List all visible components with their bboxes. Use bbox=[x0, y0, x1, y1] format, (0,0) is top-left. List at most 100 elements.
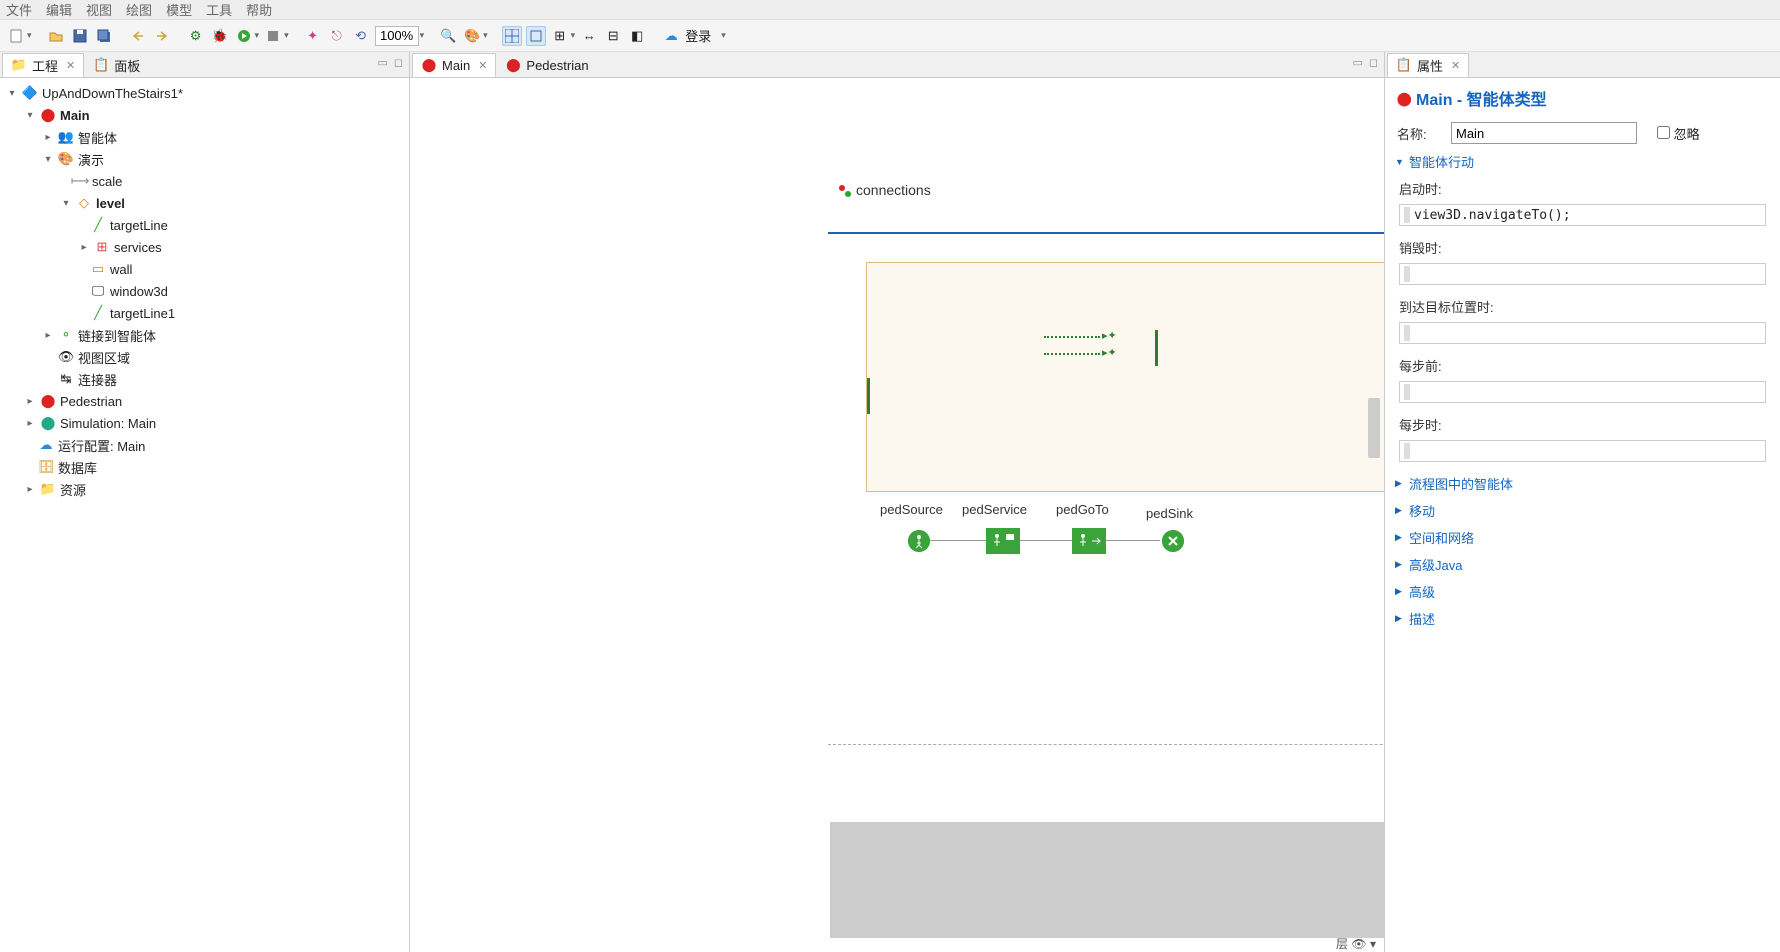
onstartup-input[interactable]: view3D.navigateTo(); bbox=[1399, 204, 1766, 226]
section-advjava[interactable]: ▶高级Java bbox=[1385, 551, 1780, 578]
service-point-2[interactable]: ▸✦ bbox=[1102, 346, 1117, 359]
new-dropdown[interactable]: ▾ bbox=[27, 30, 32, 41]
menu-draw[interactable]: 绘图 bbox=[126, 0, 152, 19]
login-dropdown[interactable]: ▾ bbox=[721, 30, 726, 41]
service-queue-2[interactable] bbox=[1044, 353, 1100, 355]
zoom-dropdown[interactable]: ▾ bbox=[420, 30, 425, 41]
editor-tab-pedestrian[interactable]: ⬤ Pedestrian bbox=[496, 53, 597, 77]
save-all-icon[interactable] bbox=[94, 26, 114, 46]
guides-dropdown[interactable]: ▾ bbox=[571, 30, 576, 41]
ondestroy-input[interactable] bbox=[1399, 263, 1766, 285]
tab-properties[interactable]: 📋 属性 ✕ bbox=[1387, 53, 1469, 77]
tree-services[interactable]: ▸⊞services bbox=[2, 236, 407, 258]
tree-database[interactable]: 🗄数据库 bbox=[2, 456, 407, 478]
layer-control[interactable]: 层 👁 ▾ bbox=[1336, 935, 1376, 952]
menu-view[interactable]: 视图 bbox=[86, 0, 112, 19]
tree-main[interactable]: ▾⬤Main bbox=[2, 104, 407, 126]
login-button[interactable]: 登录 bbox=[685, 26, 711, 45]
snap-icon[interactable] bbox=[526, 26, 546, 46]
tool-c-icon[interactable]: ◧ bbox=[627, 26, 647, 46]
close-icon[interactable]: ✕ bbox=[478, 59, 487, 72]
tree-presentation[interactable]: ▾🎨演示 bbox=[2, 148, 407, 170]
maximize-icon[interactable]: ◻ bbox=[1369, 56, 1378, 69]
tree-root[interactable]: ▾🔷UpAndDownTheStairs1* bbox=[2, 82, 407, 104]
stop-icon[interactable] bbox=[263, 26, 283, 46]
tree-window3d[interactable]: 🖵window3d bbox=[2, 280, 407, 302]
save-icon[interactable] bbox=[70, 26, 90, 46]
build-icon[interactable]: ⚙ bbox=[186, 26, 206, 46]
tree-scale[interactable]: ⟼scale bbox=[2, 170, 407, 192]
tree-simulation[interactable]: ▸⬤Simulation: Main bbox=[2, 412, 407, 434]
maximize-icon[interactable]: ◻ bbox=[394, 56, 403, 69]
grid-icon[interactable] bbox=[502, 26, 522, 46]
stop-dropdown[interactable]: ▾ bbox=[284, 30, 289, 41]
section-description[interactable]: ▶描述 bbox=[1385, 605, 1780, 632]
connections-icon[interactable] bbox=[838, 184, 850, 196]
palette-icon[interactable]: 🎨 bbox=[462, 26, 482, 46]
menu-model[interactable]: 模型 bbox=[166, 0, 192, 19]
zoom-input[interactable] bbox=[375, 26, 419, 46]
section-movement[interactable]: ▶移动 bbox=[1385, 497, 1780, 524]
tree-level[interactable]: ▾◇level bbox=[2, 192, 407, 214]
tree-targetline1[interactable]: ╱targetLine1 bbox=[2, 302, 407, 324]
section-advanced[interactable]: ▶高级 bbox=[1385, 578, 1780, 605]
section-space[interactable]: ▶空间和网络 bbox=[1385, 524, 1780, 551]
pedsource-node[interactable] bbox=[908, 530, 930, 552]
section-agent-actions[interactable]: ▼智能体行动 bbox=[1385, 148, 1780, 175]
targetline-left[interactable] bbox=[867, 378, 870, 414]
section-flow-agent[interactable]: ▶流程图中的智能体 bbox=[1385, 470, 1780, 497]
link-icon[interactable]: ⟲ bbox=[351, 26, 371, 46]
run-icon[interactable] bbox=[234, 26, 254, 46]
open-icon[interactable] bbox=[46, 26, 66, 46]
tool-b-icon[interactable]: ⊟ bbox=[603, 26, 623, 46]
close-icon[interactable]: ✕ bbox=[1451, 59, 1460, 72]
targetline-right[interactable] bbox=[1155, 330, 1158, 366]
flow-connector-1[interactable] bbox=[928, 540, 986, 541]
flow-connector-2[interactable] bbox=[1020, 540, 1074, 541]
tree-agent[interactable]: ▸👥智能体 bbox=[2, 126, 407, 148]
tree-viewarea[interactable]: 👁视图区域 bbox=[2, 346, 407, 368]
tree-wall[interactable]: ▭wall bbox=[2, 258, 407, 280]
name-input[interactable] bbox=[1451, 122, 1637, 144]
onstep-input[interactable] bbox=[1399, 440, 1766, 462]
undo-icon[interactable] bbox=[128, 26, 148, 46]
run-dropdown[interactable]: ▾ bbox=[255, 30, 260, 41]
cloud-icon[interactable]: ☁ bbox=[661, 26, 681, 46]
room-rect[interactable] bbox=[866, 262, 1384, 492]
onarrival-input[interactable] bbox=[1399, 322, 1766, 344]
minimize-icon[interactable]: ▭ bbox=[1352, 56, 1362, 69]
pedgoto-node[interactable] bbox=[1072, 528, 1106, 554]
tree-resources[interactable]: ▸📁资源 bbox=[2, 478, 407, 500]
menu-tools[interactable]: 工具 bbox=[206, 0, 232, 19]
view3d-area[interactable] bbox=[830, 822, 1384, 938]
service-point-1[interactable]: ▸✦ bbox=[1102, 329, 1117, 342]
tab-project[interactable]: 📁 工程 ✕ bbox=[2, 53, 84, 77]
tree-linkagent[interactable]: ▸⚬链接到智能体 bbox=[2, 324, 407, 346]
guides-icon[interactable]: ⊞ bbox=[550, 26, 570, 46]
search-icon[interactable]: 🔍 bbox=[438, 26, 458, 46]
beforestep-input[interactable] bbox=[1399, 381, 1766, 403]
magic-icon[interactable]: ✦ bbox=[303, 26, 323, 46]
scrollbar-vertical[interactable] bbox=[1368, 398, 1380, 458]
flow-connector-3[interactable] bbox=[1104, 540, 1160, 541]
editor-canvas[interactable]: connections ▸✦ ▸✦ pedSource pedService p… bbox=[410, 78, 1384, 952]
tree-pedestrian[interactable]: ▸⬤Pedestrian bbox=[2, 390, 407, 412]
tree-connectors[interactable]: ↹连接器 bbox=[2, 368, 407, 390]
debug-icon[interactable]: 🐞 bbox=[210, 26, 230, 46]
palette-dropdown[interactable]: ▾ bbox=[483, 30, 488, 41]
query-icon[interactable]: ⎋ bbox=[327, 26, 347, 46]
tree-runconfig[interactable]: ☁运行配置: Main bbox=[2, 434, 407, 456]
tool-a-icon[interactable]: ↔ bbox=[579, 26, 599, 46]
redo-icon[interactable] bbox=[152, 26, 172, 46]
minimize-icon[interactable]: ▭ bbox=[377, 56, 387, 69]
close-icon[interactable]: ✕ bbox=[66, 59, 75, 72]
service-queue-1[interactable] bbox=[1044, 336, 1100, 338]
pedservice-node[interactable] bbox=[986, 528, 1020, 554]
menu-file[interactable]: 文件 bbox=[6, 0, 32, 19]
new-icon[interactable] bbox=[6, 26, 26, 46]
pedsink-node[interactable] bbox=[1162, 530, 1184, 552]
menu-help[interactable]: 帮助 bbox=[246, 0, 272, 19]
tree-targetline[interactable]: ╱targetLine bbox=[2, 214, 407, 236]
editor-tab-main[interactable]: ⬤ Main ✕ bbox=[412, 53, 496, 77]
ignore-checkbox[interactable]: 忽略 bbox=[1657, 124, 1700, 143]
